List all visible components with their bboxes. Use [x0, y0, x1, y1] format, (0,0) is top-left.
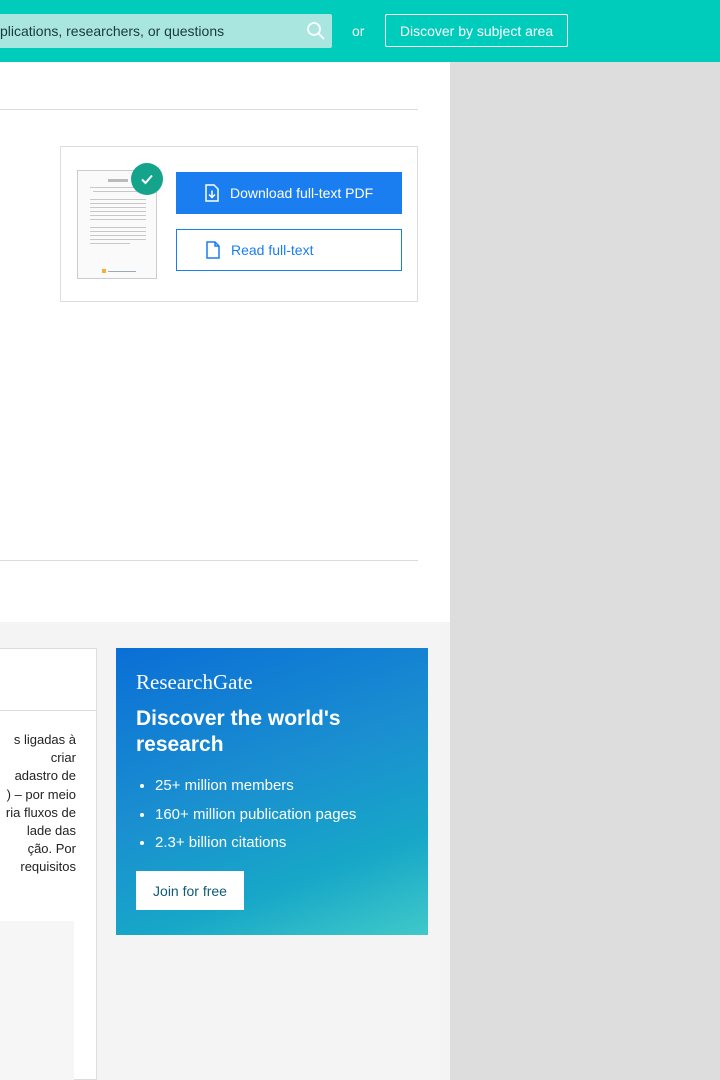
- main-content: Download full-text PDF Read full-text: [0, 62, 450, 622]
- snippet-line: requisitos: [20, 859, 76, 875]
- divider: [0, 560, 418, 561]
- abstract-snippet-text: s ligadas à criar adastro de ) – por mei…: [0, 731, 76, 877]
- abstract-snippet-card: s ligadas à criar adastro de ) – por mei…: [0, 648, 97, 1080]
- promo-title: Discover the world's research: [136, 707, 341, 756]
- right-gutter: [450, 62, 720, 1080]
- list-item: 160+ million publication pages: [155, 801, 356, 830]
- lower-section: s ligadas à criar adastro de ) – por mei…: [0, 622, 450, 1080]
- promo-stats-list: 25+ million members 160+ million publica…: [155, 772, 356, 858]
- snippet-line: ção. Por: [27, 841, 76, 857]
- snippet-line: criar: [50, 750, 76, 766]
- divider: [0, 710, 96, 711]
- check-icon: [131, 163, 163, 195]
- file-icon: [206, 241, 220, 259]
- read-fulltext-label: Read full-text: [231, 242, 314, 258]
- snippet-line: adastro de: [14, 768, 76, 784]
- snippet-line: s ligadas à: [13, 732, 76, 747]
- snippet-preview-area: [0, 921, 74, 1080]
- discover-by-subject-button[interactable]: Discover by subject area: [385, 14, 568, 47]
- or-separator: or: [352, 23, 365, 39]
- file-download-icon: [205, 184, 219, 202]
- search-input[interactable]: plications, researchers, or questions: [0, 14, 332, 48]
- divider: [0, 109, 418, 110]
- download-pdf-button[interactable]: Download full-text PDF: [176, 172, 402, 214]
- list-item: 25+ million members: [155, 772, 356, 801]
- snippet-line: ria fluxos de: [5, 804, 76, 820]
- top-bar: plications, researchers, or questions or…: [0, 0, 720, 62]
- researchgate-promo: ResearchGate Discover the world's resear…: [116, 648, 428, 935]
- join-for-free-button[interactable]: Join for free: [136, 871, 244, 910]
- read-fulltext-button[interactable]: Read full-text: [176, 229, 402, 271]
- fulltext-card: Download full-text PDF Read full-text: [60, 146, 418, 302]
- snippet-line: ) – por meio: [6, 786, 76, 802]
- list-item: 2.3+ billion citations: [155, 829, 356, 858]
- snippet-line: lade das: [26, 823, 76, 839]
- search-placeholder: plications, researchers, or questions: [0, 23, 225, 39]
- researchgate-logo: ResearchGate: [136, 670, 253, 694]
- download-pdf-label: Download full-text PDF: [230, 185, 374, 201]
- search-icon[interactable]: [306, 21, 326, 41]
